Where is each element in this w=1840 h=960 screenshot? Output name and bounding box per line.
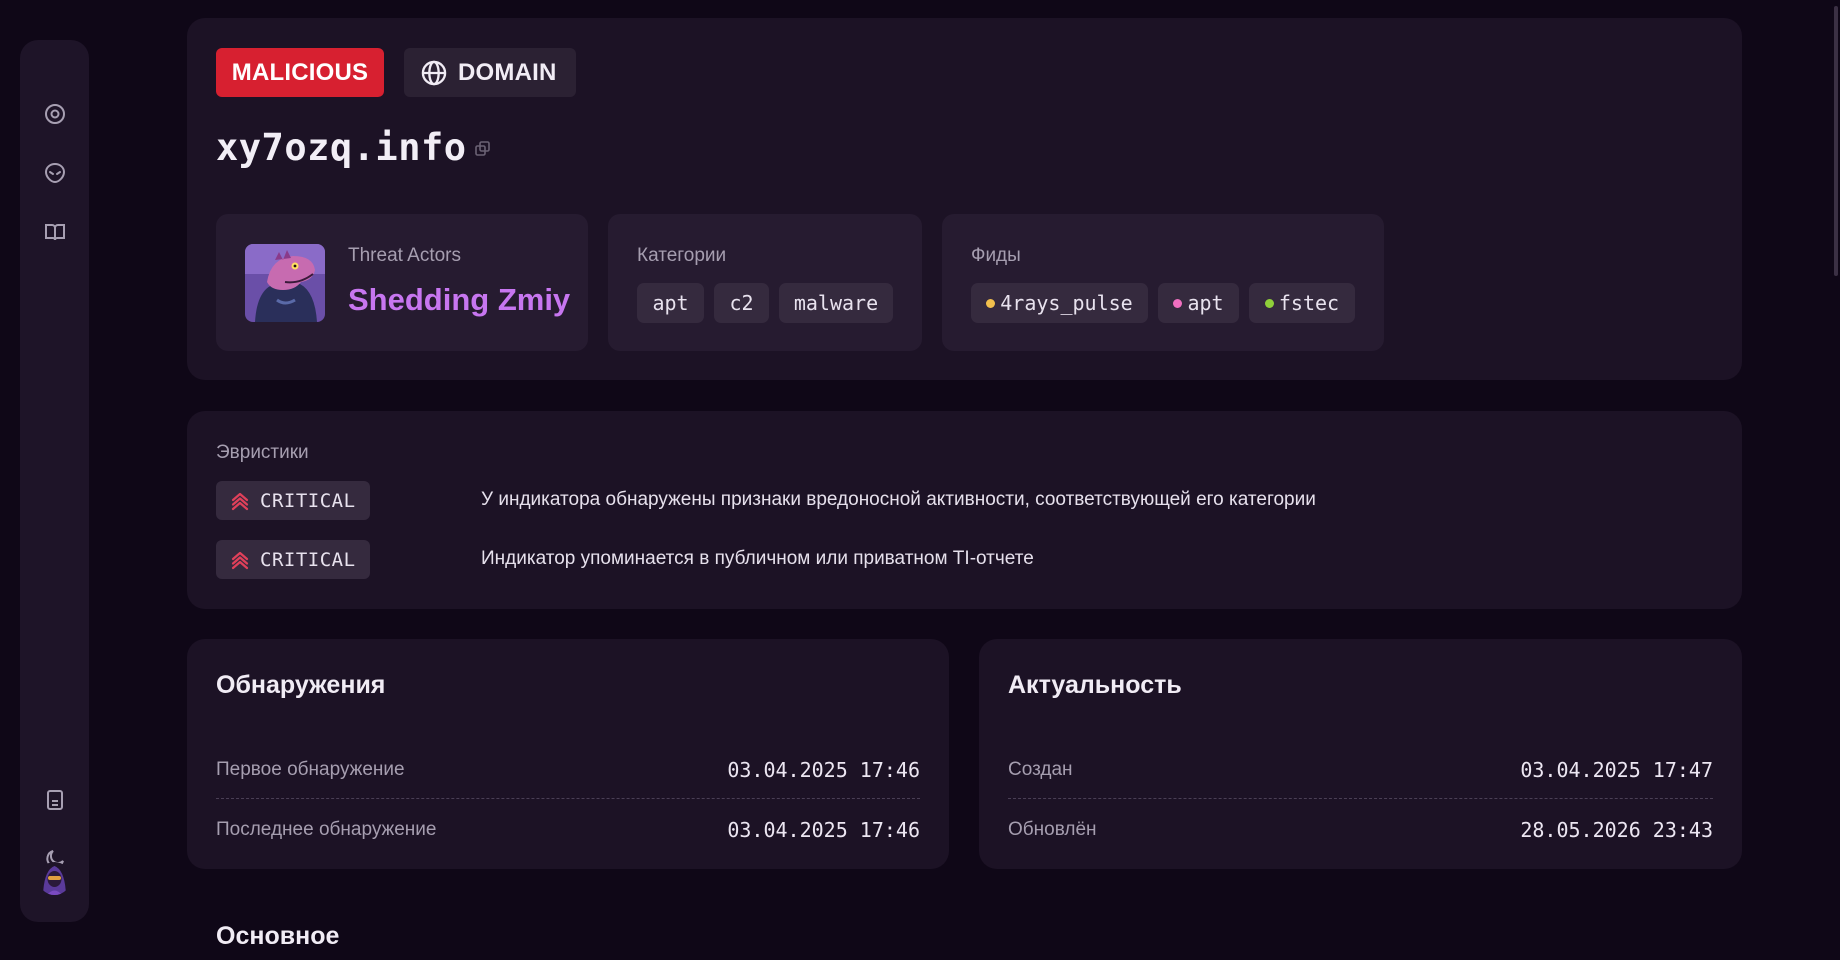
threat-actor-name[interactable]: Shedding Zmiy — [348, 282, 570, 318]
critical-chevrons-icon — [231, 551, 249, 569]
feed-chip[interactable]: apt — [1158, 283, 1239, 323]
categories-label: Категории — [637, 245, 727, 266]
copy-icon[interactable] — [474, 140, 492, 158]
severity-label: CRITICAL — [260, 489, 356, 512]
category-chip[interactable]: malware — [779, 283, 893, 323]
indicator-domain: xy7ozq.info — [216, 126, 467, 169]
last-detection-label: Последнее обнаружение — [216, 819, 437, 840]
feed-color-dot — [986, 298, 996, 308]
created-value: 03.04.2025 17:47 — [1520, 758, 1713, 782]
scrollbar-thumb[interactable] — [1834, 6, 1838, 276]
threat-actors-label: Threat Actors — [348, 245, 461, 266]
feed-color-dot — [1264, 298, 1274, 308]
feed-color-dot — [1173, 298, 1183, 308]
feeds-label: Фиды — [971, 245, 1021, 266]
heuristic-description: У индикатора обнаружены признаки вредоно… — [481, 489, 1316, 510]
domain-type-badge: DOMAIN — [404, 48, 576, 97]
severity-badge: CRITICAL — [216, 540, 370, 579]
critical-chevrons-icon — [231, 492, 249, 510]
first-detection-value: 03.04.2025 17:46 — [727, 758, 920, 782]
feed-name: 4rays_pulse — [1000, 291, 1133, 315]
first-detection-label: Первое обнаружение — [216, 759, 405, 780]
last-detection-value: 03.04.2025 17:46 — [727, 818, 920, 842]
category-chip[interactable]: apt — [637, 283, 704, 323]
updated-value: 28.05.2026 23:43 — [1520, 818, 1713, 842]
heuristic-description: Индикатор упоминается в публичном или пр… — [481, 548, 1034, 569]
malicious-badge: MALICIOUS — [216, 48, 384, 97]
book-icon[interactable] — [20, 212, 89, 252]
feed-chip[interactable]: 4rays_pulse — [971, 283, 1148, 323]
updated-label: Обновлён — [1008, 819, 1097, 840]
severity-badge: CRITICAL — [216, 481, 370, 520]
feed-name: fstec — [1278, 291, 1340, 315]
sidebar — [20, 40, 89, 922]
threat-actor-avatar — [245, 244, 325, 322]
page-scrollbar[interactable] — [1830, 0, 1840, 280]
category-chip[interactable]: c2 — [714, 283, 769, 323]
feed-chip[interactable]: fstec — [1249, 283, 1355, 323]
feed-name: apt — [1187, 291, 1224, 315]
target-icon[interactable] — [20, 94, 89, 134]
user-avatar[interactable] — [38, 862, 71, 895]
domain-type-label: DOMAIN — [458, 58, 557, 86]
globe-icon — [421, 60, 447, 85]
severity-label: CRITICAL — [260, 548, 356, 571]
row-divider — [216, 798, 920, 799]
row-divider — [1008, 798, 1713, 799]
heuristics-label: Эвристики — [216, 442, 309, 463]
created-label: Создан — [1008, 759, 1073, 780]
relevance-title: Актуальность — [1008, 671, 1182, 699]
detections-title: Обнаружения — [216, 671, 386, 699]
document-icon[interactable] — [20, 780, 89, 820]
alien-icon[interactable] — [20, 153, 89, 193]
main-section-title: Основное — [216, 922, 340, 950]
